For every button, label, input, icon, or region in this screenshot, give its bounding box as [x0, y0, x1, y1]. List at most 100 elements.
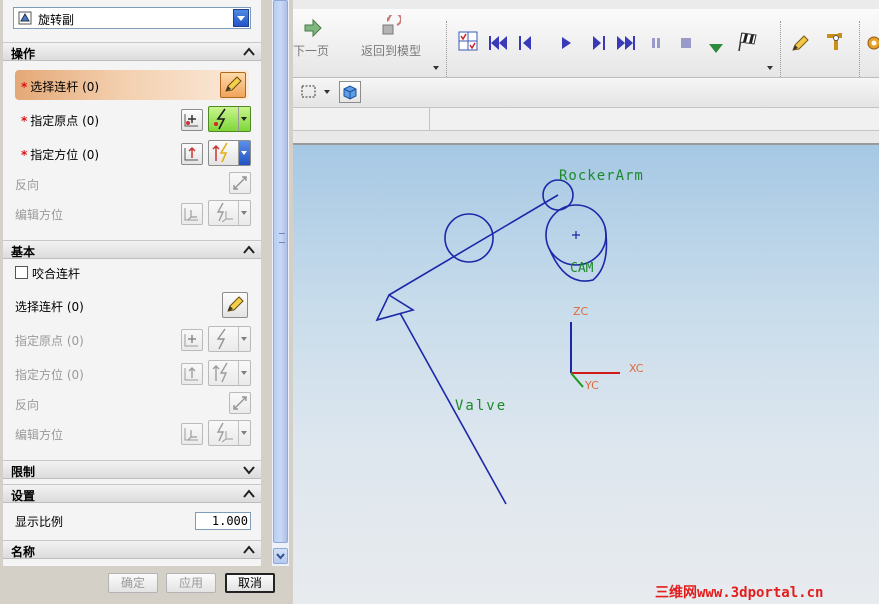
step-back-icon[interactable] — [515, 32, 537, 54]
snap-link-label: 咬合连杆 — [32, 267, 81, 281]
panel-scrollbar[interactable] — [272, 0, 289, 566]
base-edit-orientation-dropdown[interactable] — [208, 420, 251, 446]
required-marker: * — [21, 114, 28, 128]
selection-toolbar — [293, 78, 879, 108]
required-marker: * — [21, 80, 28, 94]
row-specify-orientation[interactable]: * 指定方位 (0) — [3, 138, 261, 168]
fast-forward-to-end-icon[interactable] — [615, 32, 637, 54]
base-vector-dialog-button[interactable] — [181, 363, 203, 385]
toolbar-overflow-icon[interactable] — [767, 66, 773, 70]
cancel-button[interactable]: 取消 — [225, 573, 275, 593]
rocker-arm-label: RockerArm — [559, 168, 644, 184]
xc-axis-label: XC — [629, 362, 644, 375]
chevron-down-icon[interactable] — [241, 462, 257, 478]
vector-dialog-button[interactable] — [181, 143, 203, 165]
vector-constructor-icon — [184, 367, 198, 381]
snap-link-checkbox[interactable] — [15, 266, 28, 279]
origin-inference-dropdown[interactable] — [208, 106, 251, 132]
loop-mode-dropdown-icon[interactable] — [705, 38, 727, 60]
pause-icon[interactable] — [645, 32, 667, 54]
cam-label: CAM — [570, 261, 594, 276]
dialog-footer: 确定 应用 取消 — [0, 566, 293, 604]
inferred-vector-icon — [212, 142, 228, 163]
chevron-up-icon[interactable] — [241, 542, 257, 558]
rewind-to-start-icon[interactable] — [487, 32, 509, 54]
section-base-header[interactable]: 基本 — [3, 240, 261, 259]
inferred-csys-icon — [216, 422, 233, 443]
display-scale-input[interactable]: 1.000 — [195, 512, 251, 530]
select-mode-dropdown-icon[interactable] — [324, 90, 330, 94]
chevron-up-icon[interactable] — [241, 486, 257, 502]
joint-type-value: 旋转副 — [38, 13, 75, 27]
base-select-link-button[interactable] — [222, 292, 248, 318]
base-origin-inference-dropdown[interactable] — [208, 326, 251, 352]
csys-constructor-icon — [184, 208, 198, 221]
select-link-button[interactable] — [220, 72, 246, 98]
pencil-icon[interactable] — [789, 32, 811, 54]
base-edit-orientation-label: 编辑方位 — [15, 428, 64, 442]
toolbar-separator — [446, 21, 447, 83]
cube-icon — [343, 85, 357, 100]
apply-button[interactable]: 应用 — [166, 573, 216, 593]
reverse-direction-icon — [233, 176, 247, 190]
joint-icon[interactable] — [824, 30, 846, 52]
section-operation-header[interactable]: 操作 — [3, 42, 261, 61]
row-snap-link[interactable]: 咬合连杆 — [3, 262, 261, 284]
section-operation-title: 操作 — [11, 47, 36, 61]
play-icon[interactable] — [555, 32, 577, 54]
edit-orientation-dropdown[interactable] — [208, 200, 251, 226]
row-display-scale: 显示比例 1.000 — [3, 506, 261, 534]
base-orientation-inference-dropdown[interactable] — [208, 360, 251, 386]
section-settings-title: 设置 — [11, 489, 36, 503]
inferred-point-icon — [214, 108, 226, 130]
grid-check-icon[interactable] — [457, 30, 479, 52]
graphics-viewport[interactable]: RockerArm CAM Valve ZC XC YC 三维网www.3dpo… — [293, 145, 879, 604]
rectangle-select-icon[interactable] — [301, 85, 317, 99]
scroll-down-button[interactable] — [273, 548, 288, 564]
section-limits-title: 限制 — [11, 465, 36, 479]
finish-flag-icon[interactable] — [736, 30, 758, 52]
yc-axis-label: YC — [584, 379, 599, 392]
base-csys-dialog-button[interactable] — [181, 423, 203, 445]
chevron-down-icon[interactable] — [233, 9, 249, 27]
chevron-up-icon[interactable] — [241, 44, 257, 60]
reverse-direction-button[interactable] — [229, 172, 251, 194]
orientation-inference-dropdown[interactable] — [208, 140, 251, 166]
row-specify-origin[interactable]: * 指定原点 (0) — [3, 104, 261, 134]
row-base-specify-origin: 指定原点 (0) — [3, 324, 261, 354]
next-page-label[interactable]: 下一页 — [293, 42, 329, 59]
point-dialog-button[interactable] — [181, 109, 203, 131]
row-select-link[interactable]: * 选择连杆 (0) — [3, 70, 261, 100]
toolbar-separator — [859, 21, 860, 83]
mechanism-drawing: RockerArm CAM Valve ZC XC YC — [375, 168, 644, 505]
row-base-select-link[interactable]: 选择连杆 (0) — [3, 290, 261, 320]
section-settings-header[interactable]: 设置 — [3, 484, 261, 503]
rocker-arm-geometry[interactable] — [375, 179, 574, 322]
base-reverse-direction-button[interactable] — [229, 392, 251, 414]
wcs-triad — [570, 322, 620, 388]
zc-axis-label: ZC — [573, 305, 589, 318]
step-forward-icon[interactable] — [587, 32, 609, 54]
section-name-header[interactable]: 名称 — [3, 540, 261, 559]
point-constructor-icon — [184, 334, 198, 347]
section-limits-header[interactable]: 限制 — [3, 460, 261, 479]
scrollbar-thumb[interactable] — [273, 0, 288, 543]
reverse-label: 反向 — [15, 178, 40, 192]
back-to-model-icon[interactable] — [379, 15, 401, 37]
gear-icon[interactable] — [863, 32, 879, 54]
chevron-up-icon[interactable] — [241, 242, 257, 258]
valve-label: Valve — [455, 398, 507, 414]
solid-body-filter-button[interactable] — [339, 81, 361, 103]
section-name-title: 名称 — [11, 545, 36, 559]
main-window: 下一页 返回到模型 RockerArm CAM Valve ZC XC YC 三… — [293, 0, 879, 604]
toolbar-overflow-icon[interactable] — [433, 66, 439, 70]
ok-button[interactable]: 确定 — [108, 573, 158, 593]
csys-constructor-icon — [184, 428, 198, 441]
back-to-model-label[interactable]: 返回到模型 — [361, 42, 421, 59]
stop-icon[interactable] — [675, 32, 697, 54]
base-point-dialog-button[interactable] — [181, 329, 203, 351]
next-page-icon[interactable] — [301, 17, 323, 39]
joint-type-select[interactable]: 旋转副 — [13, 7, 251, 29]
dialog-panel: 旋转副 操作 * 选择连杆 (0) * 指定原点 (0) * 指定方位 (0) … — [0, 0, 293, 604]
csys-dialog-button[interactable] — [181, 203, 203, 225]
